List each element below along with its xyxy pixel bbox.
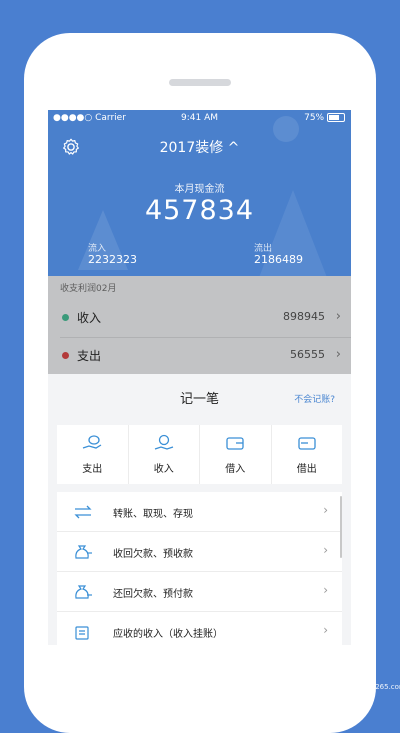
record-type-list: 转账、取现、存现 › 收回欠款、预收款 › 还回欠款、预付款 › 应收的收入（收… <box>57 492 342 645</box>
borrow-in-wallet-icon <box>226 437 244 450</box>
chevron-right-icon: › <box>323 623 328 637</box>
profit-section-label: 收支利润02月 <box>60 284 117 294</box>
expense-row[interactable]: 支出 56555 › <box>48 336 351 374</box>
quick-action-borrow-in[interactable]: 借入 <box>200 425 272 484</box>
list-item-receivable[interactable]: 应收的收入（收入挂账） › <box>57 612 342 645</box>
income-dot-icon <box>62 314 69 321</box>
list-item-transfer[interactable]: 转账、取现、存现 › <box>57 492 342 532</box>
income-value: 898945 <box>283 310 325 323</box>
income-hand-icon <box>154 434 173 450</box>
quick-action-income[interactable]: 收入 <box>129 425 200 484</box>
account-book-selector[interactable]: 2017装修 ^ <box>48 137 351 157</box>
header-panel: ●●●●○ Carrier 9:41 AM 75% 2017装修 ^ 本月现金流… <box>48 110 351 276</box>
chevron-right-icon: › <box>323 543 328 557</box>
list-item-label: 转账、取现、存现 <box>113 509 193 520</box>
expense-dot-icon <box>62 352 69 359</box>
quick-action-label: 支出 <box>82 464 103 475</box>
chevron-right-icon: › <box>335 309 341 324</box>
help-link[interactable]: 不会记账? <box>294 392 335 405</box>
list-item-label: 还回欠款、预付款 <box>113 589 193 600</box>
divider <box>60 337 351 338</box>
quick-action-label: 收入 <box>153 464 174 475</box>
scrollbar[interactable] <box>340 496 342 558</box>
quick-action-expense[interactable]: 支出 <box>57 425 129 484</box>
expense-value: 56555 <box>290 348 325 361</box>
money-bag-in-icon <box>75 545 92 559</box>
chevron-right-icon: › <box>335 347 341 362</box>
phone-speaker <box>169 79 231 86</box>
record-sheet: 记一笔 不会记账? 支出 收入 借入 借出 转账、取现、存现 › 收回欠款、预收… <box>48 374 351 645</box>
battery-icon <box>327 113 345 122</box>
quick-actions: 支出 收入 借入 借出 <box>57 425 342 484</box>
quick-action-label: 借入 <box>225 464 246 475</box>
inflow-value: 2232323 <box>88 253 137 266</box>
expense-label: 支出 <box>77 349 102 363</box>
quick-action-lend-out[interactable]: 借出 <box>272 425 343 484</box>
app-screen: ●●●●○ Carrier 9:41 AM 75% 2017装修 ^ 本月现金流… <box>48 110 351 645</box>
list-item-label: 应收的收入（收入挂账） <box>113 629 223 640</box>
summary-overlay: 收支利润02月 收入 898945 › 支出 56555 › <box>48 276 351 374</box>
watermark-url: www.2265.com <box>352 683 400 691</box>
income-row[interactable]: 收入 898945 › <box>48 298 351 336</box>
list-item-collect-debt[interactable]: 收回欠款、预收款 › <box>57 532 342 572</box>
watermark-digits: 2265 <box>242 659 325 695</box>
money-bag-out-icon <box>75 585 92 599</box>
list-item-repay-debt[interactable]: 还回欠款、预付款 › <box>57 572 342 612</box>
expense-hand-icon <box>83 435 102 449</box>
cash-flow-label: 本月现金流 <box>174 184 225 195</box>
quick-action-label: 借出 <box>296 464 317 475</box>
list-item-label: 收回欠款、预收款 <box>113 549 193 560</box>
battery-percent: 75% <box>304 113 325 123</box>
transfer-arrows-icon <box>74 505 92 519</box>
outflow-value: 2186489 <box>254 253 303 266</box>
lend-out-wallet-icon <box>298 437 316 450</box>
battery-indicator: 75% <box>304 113 345 123</box>
receivable-icon <box>75 626 89 640</box>
chevron-right-icon: › <box>323 583 328 597</box>
income-label: 收入 <box>77 311 102 325</box>
cash-flow-value: 457834 <box>144 195 255 226</box>
status-bar: ●●●●○ Carrier 9:41 AM 75% <box>48 110 351 128</box>
chevron-right-icon: › <box>323 503 328 517</box>
